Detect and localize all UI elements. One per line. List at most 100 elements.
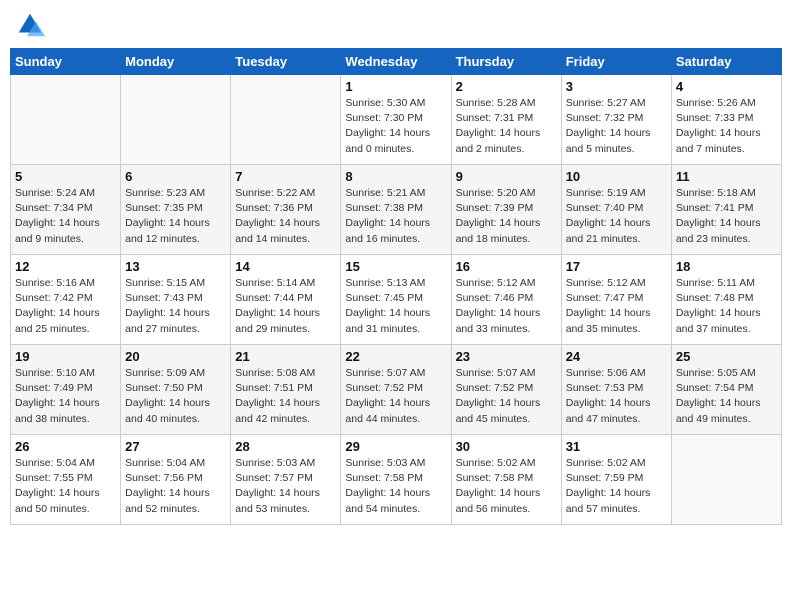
calendar-week-row: 26 Sunrise: 5:04 AMSunset: 7:55 PMDayligh… (11, 435, 782, 525)
calendar-header-cell: Saturday (671, 49, 781, 75)
day-info: Sunrise: 5:22 AMSunset: 7:36 PMDaylight:… (235, 186, 336, 247)
day-info: Sunrise: 5:28 AMSunset: 7:31 PMDaylight:… (456, 96, 557, 157)
calendar-day-cell: 1 Sunrise: 5:30 AMSunset: 7:30 PMDaylight… (341, 75, 451, 165)
day-info: Sunrise: 5:03 AMSunset: 7:57 PMDaylight:… (235, 456, 336, 517)
day-info: Sunrise: 5:12 AMSunset: 7:47 PMDaylight:… (566, 276, 667, 337)
day-number: 25 (676, 349, 777, 364)
calendar-header-cell: Friday (561, 49, 671, 75)
day-number: 29 (345, 439, 446, 454)
calendar-day-cell: 10 Sunrise: 5:19 AMSunset: 7:40 PMDayligh… (561, 165, 671, 255)
day-info: Sunrise: 5:02 AMSunset: 7:58 PMDaylight:… (456, 456, 557, 517)
calendar-day-cell: 25 Sunrise: 5:05 AMSunset: 7:54 PMDayligh… (671, 345, 781, 435)
day-number: 14 (235, 259, 336, 274)
calendar-day-cell: 20Sunrise: 5:09 AMSunset: 7:50 PMDayligh… (121, 345, 231, 435)
day-info: Sunrise: 5:15 AMSunset: 7:43 PMDaylight:… (125, 276, 226, 337)
day-number: 27 (125, 439, 226, 454)
calendar-day-cell: 3 Sunrise: 5:27 AMSunset: 7:32 PMDaylight… (561, 75, 671, 165)
day-number: 4 (676, 79, 777, 94)
calendar-header-cell: Monday (121, 49, 231, 75)
logo (15, 10, 49, 40)
day-number: 26 (15, 439, 116, 454)
calendar-empty-cell (671, 435, 781, 525)
calendar-day-cell: 23 Sunrise: 5:07 AMSunset: 7:52 PMDayligh… (451, 345, 561, 435)
calendar-day-cell: 13 Sunrise: 5:15 AMSunset: 7:43 PMDayligh… (121, 255, 231, 345)
day-number: 10 (566, 169, 667, 184)
day-number: 24 (566, 349, 667, 364)
day-info: Sunrise: 5:07 AMSunset: 7:52 PMDaylight:… (345, 366, 446, 427)
day-info: Sunrise: 5:03 AMSunset: 7:58 PMDaylight:… (345, 456, 446, 517)
calendar-header-cell: Sunday (11, 49, 121, 75)
day-info: Sunrise: 5:08 AMSunset: 7:51 PMDaylight:… (235, 366, 336, 427)
day-info: Sunrise: 5:13 AMSunset: 7:45 PMDaylight:… (345, 276, 446, 337)
calendar-day-cell: 28 Sunrise: 5:03 AMSunset: 7:57 PMDayligh… (231, 435, 341, 525)
day-number: 1 (345, 79, 446, 94)
day-info: Sunrise: 5:14 AMSunset: 7:44 PMDaylight:… (235, 276, 336, 337)
calendar-day-cell: 11Sunrise: 5:18 AMSunset: 7:41 PMDayligh… (671, 165, 781, 255)
day-info: Sunrise: 5:04 AMSunset: 7:55 PMDaylight:… (15, 456, 116, 517)
day-number: 7 (235, 169, 336, 184)
calendar-header-row: SundayMondayTuesdayWednesdayThursdayFrid… (11, 49, 782, 75)
day-number: 21 (235, 349, 336, 364)
calendar-week-row: 1 Sunrise: 5:30 AMSunset: 7:30 PMDaylight… (11, 75, 782, 165)
calendar-day-cell: 19Sunrise: 5:10 AMSunset: 7:49 PMDayligh… (11, 345, 121, 435)
day-number: 16 (456, 259, 557, 274)
calendar-body: 1 Sunrise: 5:30 AMSunset: 7:30 PMDaylight… (11, 75, 782, 525)
day-info: Sunrise: 5:05 AMSunset: 7:54 PMDaylight:… (676, 366, 777, 427)
day-info: Sunrise: 5:06 AMSunset: 7:53 PMDaylight:… (566, 366, 667, 427)
day-number: 8 (345, 169, 446, 184)
calendar-empty-cell (121, 75, 231, 165)
calendar-day-cell: 15 Sunrise: 5:13 AMSunset: 7:45 PMDayligh… (341, 255, 451, 345)
calendar-empty-cell (11, 75, 121, 165)
day-info: Sunrise: 5:21 AMSunset: 7:38 PMDaylight:… (345, 186, 446, 247)
day-number: 5 (15, 169, 116, 184)
calendar-day-cell: 21 Sunrise: 5:08 AMSunset: 7:51 PMDayligh… (231, 345, 341, 435)
page-header (10, 10, 782, 40)
calendar-day-cell: 16Sunrise: 5:12 AMSunset: 7:46 PMDayligh… (451, 255, 561, 345)
day-number: 18 (676, 259, 777, 274)
day-number: 6 (125, 169, 226, 184)
calendar-day-cell: 29 Sunrise: 5:03 AMSunset: 7:58 PMDayligh… (341, 435, 451, 525)
day-number: 23 (456, 349, 557, 364)
calendar-day-cell: 5 Sunrise: 5:24 AMSunset: 7:34 PMDaylight… (11, 165, 121, 255)
day-info: Sunrise: 5:30 AMSunset: 7:30 PMDaylight:… (345, 96, 446, 157)
day-number: 30 (456, 439, 557, 454)
calendar-day-cell: 6Sunrise: 5:23 AMSunset: 7:35 PMDaylight… (121, 165, 231, 255)
day-number: 13 (125, 259, 226, 274)
day-info: Sunrise: 5:02 AMSunset: 7:59 PMDaylight:… (566, 456, 667, 517)
day-info: Sunrise: 5:26 AMSunset: 7:33 PMDaylight:… (676, 96, 777, 157)
day-info: Sunrise: 5:24 AMSunset: 7:34 PMDaylight:… (15, 186, 116, 247)
calendar-header-cell: Tuesday (231, 49, 341, 75)
day-info: Sunrise: 5:19 AMSunset: 7:40 PMDaylight:… (566, 186, 667, 247)
day-number: 3 (566, 79, 667, 94)
day-info: Sunrise: 5:16 AMSunset: 7:42 PMDaylight:… (15, 276, 116, 337)
calendar-day-cell: 18 Sunrise: 5:11 AMSunset: 7:48 PMDayligh… (671, 255, 781, 345)
day-number: 22 (345, 349, 446, 364)
calendar-day-cell: 30 Sunrise: 5:02 AMSunset: 7:58 PMDayligh… (451, 435, 561, 525)
calendar-week-row: 5 Sunrise: 5:24 AMSunset: 7:34 PMDaylight… (11, 165, 782, 255)
calendar-week-row: 19Sunrise: 5:10 AMSunset: 7:49 PMDayligh… (11, 345, 782, 435)
calendar-header-cell: Thursday (451, 49, 561, 75)
day-number: 20 (125, 349, 226, 364)
calendar-header-cell: Wednesday (341, 49, 451, 75)
calendar-empty-cell (231, 75, 341, 165)
calendar-day-cell: 22 Sunrise: 5:07 AMSunset: 7:52 PMDayligh… (341, 345, 451, 435)
calendar-week-row: 12 Sunrise: 5:16 AMSunset: 7:42 PMDayligh… (11, 255, 782, 345)
calendar-day-cell: 24 Sunrise: 5:06 AMSunset: 7:53 PMDayligh… (561, 345, 671, 435)
calendar-day-cell: 12 Sunrise: 5:16 AMSunset: 7:42 PMDayligh… (11, 255, 121, 345)
calendar-day-cell: 8 Sunrise: 5:21 AMSunset: 7:38 PMDaylight… (341, 165, 451, 255)
calendar-day-cell: 9Sunrise: 5:20 AMSunset: 7:39 PMDaylight… (451, 165, 561, 255)
day-number: 28 (235, 439, 336, 454)
day-number: 11 (676, 169, 777, 184)
day-number: 15 (345, 259, 446, 274)
calendar-day-cell: 31Sunrise: 5:02 AMSunset: 7:59 PMDayligh… (561, 435, 671, 525)
day-info: Sunrise: 5:11 AMSunset: 7:48 PMDaylight:… (676, 276, 777, 337)
day-number: 19 (15, 349, 116, 364)
day-number: 9 (456, 169, 557, 184)
day-number: 2 (456, 79, 557, 94)
calendar-day-cell: 27Sunrise: 5:04 AMSunset: 7:56 PMDayligh… (121, 435, 231, 525)
calendar-day-cell: 7 Sunrise: 5:22 AMSunset: 7:36 PMDaylight… (231, 165, 341, 255)
day-info: Sunrise: 5:07 AMSunset: 7:52 PMDaylight:… (456, 366, 557, 427)
day-number: 12 (15, 259, 116, 274)
calendar-day-cell: 4 Sunrise: 5:26 AMSunset: 7:33 PMDaylight… (671, 75, 781, 165)
day-info: Sunrise: 5:27 AMSunset: 7:32 PMDaylight:… (566, 96, 667, 157)
